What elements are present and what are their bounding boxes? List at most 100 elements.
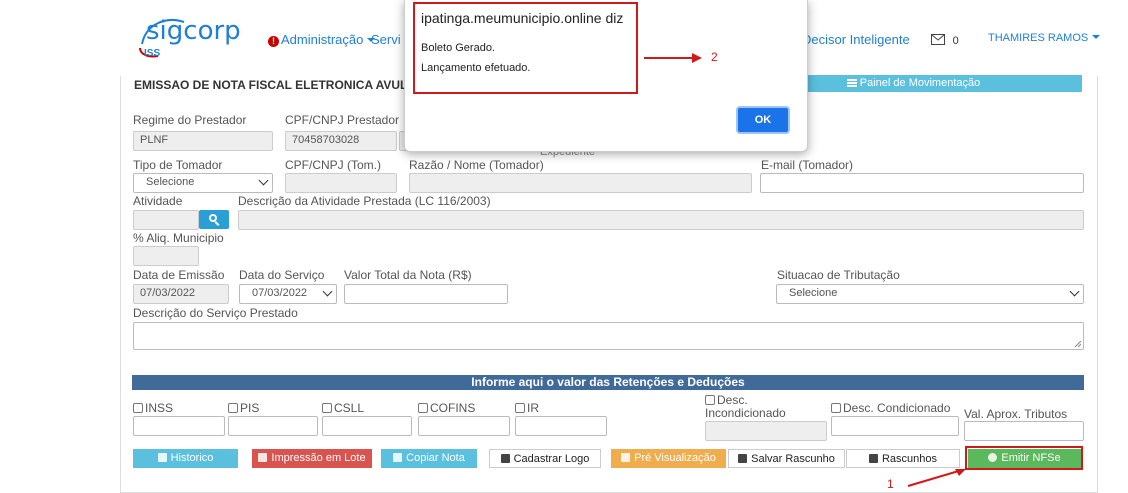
- csll-field[interactable]: [322, 416, 412, 436]
- descricao-atividade-field: [238, 210, 1084, 230]
- atividade-field[interactable]: [133, 210, 199, 230]
- checkbox-icon: [418, 403, 428, 413]
- checkbox-icon: [133, 403, 143, 413]
- nav-decisor[interactable]: Decisor Inteligente: [802, 32, 910, 47]
- desc-incondicionado-checkbox[interactable]: Desc.: [705, 393, 748, 407]
- eye-icon: [738, 454, 748, 463]
- annotation-box-dialog: [413, 2, 638, 94]
- chevron-down-icon: [322, 286, 333, 297]
- situacao-label: Situacao de Tributação: [777, 268, 900, 282]
- razao-field[interactable]: [409, 173, 752, 193]
- checkbox-icon: [831, 403, 841, 413]
- data-servico-label: Data do Serviço: [239, 268, 325, 282]
- list-icon: [846, 79, 857, 87]
- impressao-lote-label: Impressão em Lote: [271, 452, 366, 464]
- checkbox-icon: [322, 403, 332, 413]
- data-servico-select[interactable]: 07/03/2022: [239, 284, 337, 304]
- cpf-tomador-label: CPF/CNPJ (Tom.): [285, 158, 381, 172]
- annotation-box-emitir: [965, 446, 1083, 470]
- checkbox-icon: [228, 403, 238, 413]
- nav-administracao-label: Administração: [281, 32, 364, 47]
- situacao-value: Selecione: [789, 287, 838, 299]
- sigcorp-logo[interactable]: sigcorp ISS: [136, 14, 241, 64]
- tipo-tomador-label: Tipo de Tomador: [133, 158, 223, 172]
- impressao-lote-button[interactable]: Impressão em Lote: [252, 449, 372, 468]
- copy-icon: [393, 453, 403, 462]
- resize-handle-icon[interactable]: [1075, 341, 1081, 347]
- regime-label: Regime do Prestador: [133, 113, 247, 127]
- annotation-arrow-1-icon: [907, 469, 966, 487]
- descricao-servico-textarea[interactable]: [133, 322, 1084, 350]
- val-aprox-field[interactable]: [964, 421, 1084, 441]
- csll-label: CSLL: [334, 401, 365, 415]
- descricao-servico-label: Descrição do Serviço Prestado: [133, 306, 298, 320]
- inss-label: INSS: [145, 401, 174, 415]
- inss-checkbox[interactable]: INSS: [133, 401, 173, 415]
- cpf-tomador-field[interactable]: [285, 173, 397, 193]
- nav-decisor-label: Decisor Inteligente: [802, 32, 910, 47]
- desc-incondicionado-field: [705, 421, 827, 441]
- atividade-label: Atividade: [133, 194, 183, 208]
- descricao-atividade-label: Descrição da Atividade Prestada (LC 116/…: [238, 194, 491, 208]
- cpf-prestador-label: CPF/CNPJ Prestador: [285, 113, 400, 127]
- dialog-ok-button[interactable]: OK: [736, 106, 790, 134]
- pis-field[interactable]: [228, 416, 318, 436]
- search-icon-handle: [214, 221, 220, 226]
- checkbox-icon: [515, 403, 525, 413]
- situacao-select[interactable]: Selecione: [776, 284, 1084, 304]
- data-emissao-label: Data de Emissão: [133, 268, 225, 282]
- cadastrar-logo-button[interactable]: Cadastrar Logo: [489, 449, 601, 468]
- ir-label: IR: [527, 401, 539, 415]
- caret-down-icon: [1092, 35, 1101, 39]
- salvar-rascunho-button[interactable]: Salvar Rascunho: [728, 449, 845, 468]
- razao-label: Razão / Nome (Tomador): [409, 158, 544, 172]
- pis-checkbox[interactable]: PIS: [228, 401, 259, 415]
- pis-label: PIS: [240, 401, 260, 415]
- historico-button[interactable]: Historico: [133, 449, 238, 468]
- retencoes-header: Informe aqui o valor das Retenções e Ded…: [132, 375, 1084, 390]
- nav-mail[interactable]: 0: [931, 32, 959, 47]
- valor-total-field[interactable]: [344, 284, 508, 304]
- cofins-checkbox[interactable]: COFINS: [418, 401, 475, 415]
- image-icon: [500, 454, 510, 463]
- tipo-tomador-value: Selecione: [146, 176, 195, 188]
- atividade-search-button[interactable]: [199, 210, 229, 229]
- desc-cond-label: Desc. Condicionado: [843, 401, 951, 415]
- nav-servicos-label: Servi: [371, 32, 401, 47]
- tipo-tomador-select[interactable]: Selecione: [133, 173, 273, 193]
- salvar-rascunho-label: Salvar Rascunho: [751, 453, 835, 465]
- painel-movimentacao-label: Painel de Movimentação: [859, 77, 981, 89]
- copiar-nota-button[interactable]: Copiar Nota: [381, 449, 477, 468]
- pre-visualizacao-button[interactable]: Pré Visualização: [611, 449, 726, 468]
- eye-icon: [621, 453, 631, 462]
- ir-checkbox[interactable]: IR: [515, 401, 539, 415]
- val-aprox-label: Val. Aprox. Tributos: [964, 407, 1068, 421]
- eye-icon: [868, 454, 878, 463]
- regime-field: PLNF: [133, 131, 273, 151]
- historico-label: Historico: [170, 452, 214, 464]
- alert-badge-icon: !: [268, 36, 279, 47]
- ir-field[interactable]: [515, 416, 607, 436]
- aliq-label: % Aliq. Municipio: [133, 231, 224, 245]
- cofins-label: COFINS: [430, 401, 476, 415]
- logo-text: sigcorp: [146, 16, 241, 46]
- desc-condicionado-checkbox[interactable]: Desc. Condicionado: [831, 401, 950, 415]
- user-name: THAMIRES RAMOS: [988, 32, 1089, 44]
- email-field[interactable]: [760, 173, 1084, 193]
- cpf-prestador-field: 70458703028: [285, 131, 397, 151]
- print-icon: [258, 453, 268, 462]
- nav-servicos[interactable]: Servi: [371, 32, 401, 47]
- envelope-icon: [931, 34, 945, 45]
- chevron-down-icon: [258, 175, 269, 186]
- rascunhos-label: Rascunhos: [881, 453, 938, 465]
- annotation-label-2: 2: [711, 50, 718, 64]
- cofins-field[interactable]: [418, 416, 510, 436]
- inss-field[interactable]: [133, 416, 225, 436]
- csll-checkbox[interactable]: CSLL: [322, 401, 364, 415]
- chevron-down-icon: [1069, 286, 1080, 297]
- data-servico-value: 07/03/2022: [252, 287, 308, 299]
- nav-administracao[interactable]: ! Administração: [268, 32, 376, 47]
- user-menu[interactable]: THAMIRES RAMOS: [988, 32, 1101, 44]
- mail-count: 0: [952, 35, 959, 47]
- desc-condicionado-field[interactable]: [831, 416, 959, 436]
